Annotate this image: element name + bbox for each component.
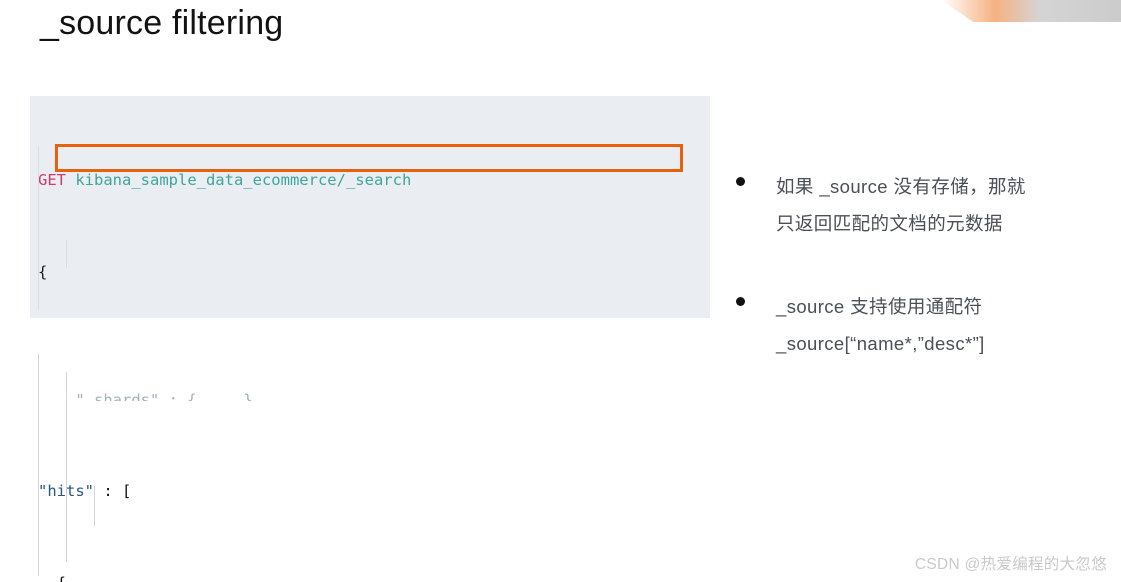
http-method-token: GET — [38, 171, 66, 189]
punctuation-token: { — [38, 574, 66, 582]
request-code-block: GET kibana_sample_data_ecommerce/_search… — [30, 96, 710, 318]
response-code-block: "_shards" : { ... }, "hits" : [ { "_inde… — [30, 330, 710, 582]
page-title: _source filtering — [40, 4, 284, 42]
bullet-text: 如果 _source 没有存储，那就 只返回匹配的文档的元数据 — [776, 168, 1026, 242]
clipped-partial-line-top: "_shards" : { ... }, — [30, 389, 710, 401]
top-right-gradient-band — [941, 0, 1121, 22]
clipped-text: "_shards" : { ... }, — [38, 391, 262, 401]
code-line-hits: "hits" : [ — [30, 480, 710, 503]
bullet-line-1: 如果 _source 没有存储，那就 — [776, 176, 1026, 197]
bullet-text: _source 支持使用通配符 _source[“name*,”desc*”] — [776, 288, 985, 362]
code-line-hit-open: { — [30, 572, 710, 582]
indent-guide — [66, 240, 67, 268]
list-item: 如果 _source 没有存储，那就 只返回匹配的文档的元数据 — [736, 168, 1108, 242]
indent-guide — [94, 486, 95, 526]
watermark: CSDN @热爱编程的大忽悠 — [914, 556, 1107, 573]
bullet-dot-icon — [736, 297, 745, 306]
bullet-line-2: _source[“name*,”desc*”] — [776, 333, 985, 354]
notes-bullet-list: 如果 _source 没有存储，那就 只返回匹配的文档的元数据 _source … — [736, 168, 1108, 408]
punctuation-token: { — [38, 263, 48, 281]
list-item: _source 支持使用通配符 _source[“name*,”desc*”] — [736, 288, 1108, 362]
indent-guide — [38, 146, 39, 310]
request-path-token: kibana_sample_data_ecommerce/_search — [66, 171, 412, 189]
indent-guide — [38, 354, 39, 576]
code-line-request-method: GET kibana_sample_data_ecommerce/_search — [30, 169, 710, 192]
bullet-dot-icon — [736, 177, 745, 186]
bracket-open-token: [ — [122, 482, 132, 500]
bullet-line-2: 只返回匹配的文档的元数据 — [776, 213, 1003, 234]
punctuation-token: : — [94, 482, 122, 500]
code-line-open-brace: { — [30, 261, 710, 284]
indent-guide — [66, 372, 67, 562]
bullet-line-1: _source 支持使用通配符 — [776, 296, 983, 317]
